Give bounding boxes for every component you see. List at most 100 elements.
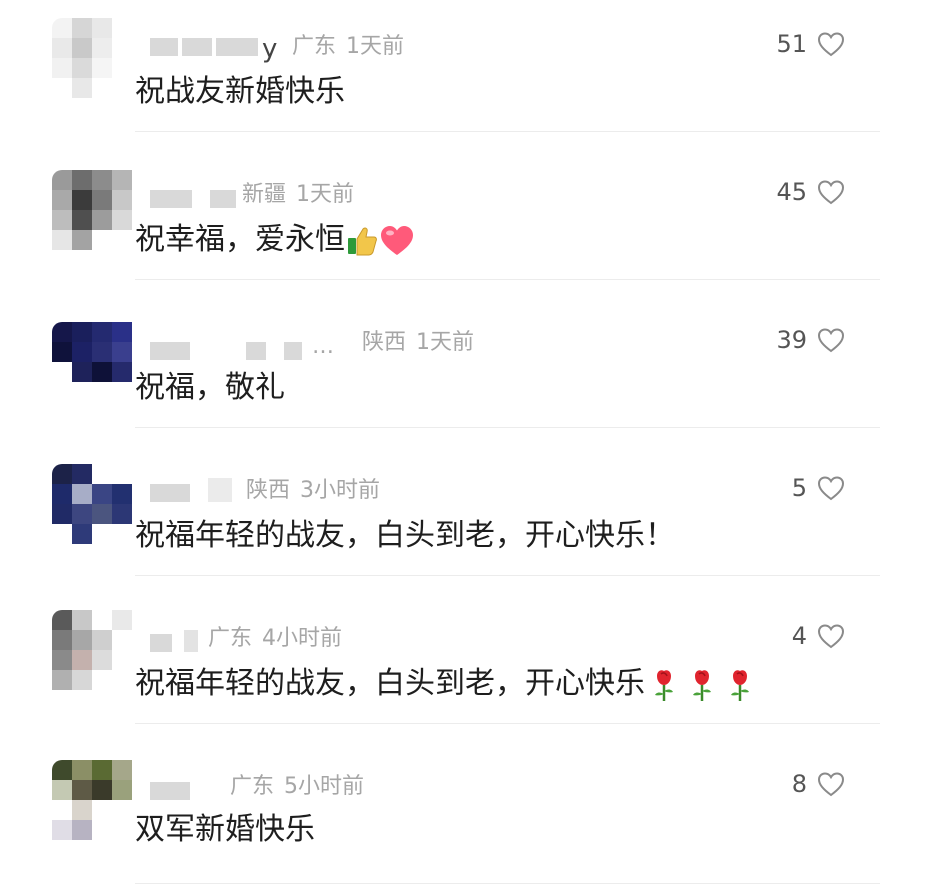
timestamp: 1天前	[296, 182, 355, 207]
avatar-pixel	[72, 484, 92, 504]
comment-text: 祝幸福，爱永恒	[135, 220, 415, 260]
avatar-pixel	[112, 382, 132, 402]
username-blurred[interactable]	[150, 172, 240, 212]
avatar-pixel	[112, 670, 132, 690]
comment-text: 祝福，敬礼	[135, 368, 285, 408]
timestamp: 1天前	[416, 330, 475, 355]
comment-meta: 广东 4小时前	[208, 620, 342, 652]
comment-text-content: 双军新婚快乐	[135, 812, 315, 847]
comment-list: y 广东 1天前 祝战友新婚快乐 51 新疆 1天前 祝幸福，爱永恒 45 … …	[0, 0, 925, 884]
like-button[interactable]: 45	[776, 178, 845, 206]
heart-outline-icon[interactable]	[817, 623, 845, 649]
avatar-pixel	[112, 78, 132, 98]
comment-item: 广东 4小时前 祝福年轻的战友，白头到老，开心快乐 4	[0, 592, 925, 740]
avatar-pixel	[112, 230, 132, 250]
avatar[interactable]	[52, 322, 132, 402]
rose-emoji	[693, 669, 711, 701]
avatar-pixel	[72, 760, 92, 780]
avatar[interactable]	[52, 170, 132, 250]
avatar-pixel	[52, 58, 72, 78]
avatar-pixel	[72, 58, 92, 78]
avatar-pixel	[52, 170, 72, 190]
timestamp: 1天前	[346, 34, 405, 59]
username-blurred[interactable]: y	[150, 24, 290, 64]
avatar-pixel	[92, 760, 112, 780]
avatar-pixel	[92, 630, 112, 650]
avatar-pixel	[92, 650, 112, 670]
avatar-pixel	[52, 362, 72, 382]
avatar-pixel	[72, 800, 92, 820]
avatar-pixel	[72, 504, 92, 524]
heart-outline-icon[interactable]	[817, 475, 845, 501]
avatar-pixel	[112, 190, 132, 210]
avatar-pixel	[72, 230, 92, 250]
avatar-pixel	[52, 484, 72, 504]
avatar-pixel	[72, 38, 92, 58]
avatar[interactable]	[52, 760, 132, 840]
avatar-pixel	[52, 800, 72, 820]
avatar-pixel	[52, 210, 72, 230]
comment-meta: 广东 5小时前	[230, 768, 364, 800]
avatar-pixel	[72, 362, 92, 382]
avatar-pixel	[72, 382, 92, 402]
avatar-pixel	[92, 670, 112, 690]
timestamp: 5小时前	[284, 774, 365, 799]
like-button[interactable]: 5	[792, 474, 845, 502]
avatar-pixel	[52, 342, 72, 362]
like-button[interactable]: 4	[792, 622, 845, 650]
rose-emoji	[731, 669, 749, 701]
avatar-pixel	[92, 210, 112, 230]
avatar-pixel	[72, 650, 92, 670]
like-button[interactable]: 39	[776, 326, 845, 354]
heart-outline-icon[interactable]	[817, 31, 845, 57]
comment-meta: 陕西 3小时前	[246, 472, 380, 504]
like-button[interactable]: 8	[792, 770, 845, 798]
avatar-pixel	[72, 170, 92, 190]
like-button[interactable]: 51	[776, 30, 845, 58]
like-count: 5	[791, 474, 807, 502]
comment-text-content: 祝福年轻的战友，白头到老，开心快乐！	[135, 518, 675, 553]
avatar[interactable]	[52, 464, 132, 544]
avatar-pixel	[92, 524, 112, 544]
location: 新疆	[242, 182, 287, 207]
avatar-pixel	[92, 58, 112, 78]
avatar[interactable]	[52, 18, 132, 98]
divider	[135, 279, 880, 280]
timestamp: 4小时前	[262, 626, 343, 651]
location: 广东	[292, 34, 337, 59]
avatar-pixel	[92, 170, 112, 190]
username-blurred[interactable]	[150, 468, 240, 508]
location: 广东	[230, 774, 275, 799]
heart-outline-icon[interactable]	[817, 771, 845, 797]
avatar-pixel	[112, 800, 132, 820]
username-blurred[interactable]	[150, 764, 230, 804]
avatar-pixel	[112, 760, 132, 780]
avatar-pixel	[92, 342, 112, 362]
avatar-pixel	[72, 610, 92, 630]
comment-meta: 陕西 1天前	[362, 324, 474, 356]
avatar-pixel	[52, 630, 72, 650]
heart-outline-icon[interactable]	[817, 327, 845, 353]
username-blurred[interactable]	[150, 616, 210, 656]
avatar[interactable]	[52, 610, 132, 690]
like-count: 8	[791, 770, 807, 798]
avatar-pixel	[112, 58, 132, 78]
username-blurred[interactable]: …	[150, 320, 350, 360]
avatar-pixel	[92, 464, 112, 484]
avatar-pixel	[92, 504, 112, 524]
avatar-pixel	[72, 524, 92, 544]
avatar-pixel	[112, 38, 132, 58]
comment-meta: 新疆 1天前	[242, 176, 354, 208]
avatar-pixel	[52, 322, 72, 342]
avatar-pixel	[112, 650, 132, 670]
red-heart-emoji	[381, 225, 413, 255]
avatar-pixel	[52, 780, 72, 800]
avatar-pixel	[92, 230, 112, 250]
like-count: 39	[776, 326, 807, 354]
avatar-pixel	[72, 820, 92, 840]
avatar-pixel	[52, 504, 72, 524]
avatar-pixel	[52, 230, 72, 250]
avatar-pixel	[72, 342, 92, 362]
avatar-pixel	[112, 322, 132, 342]
heart-outline-icon[interactable]	[817, 179, 845, 205]
